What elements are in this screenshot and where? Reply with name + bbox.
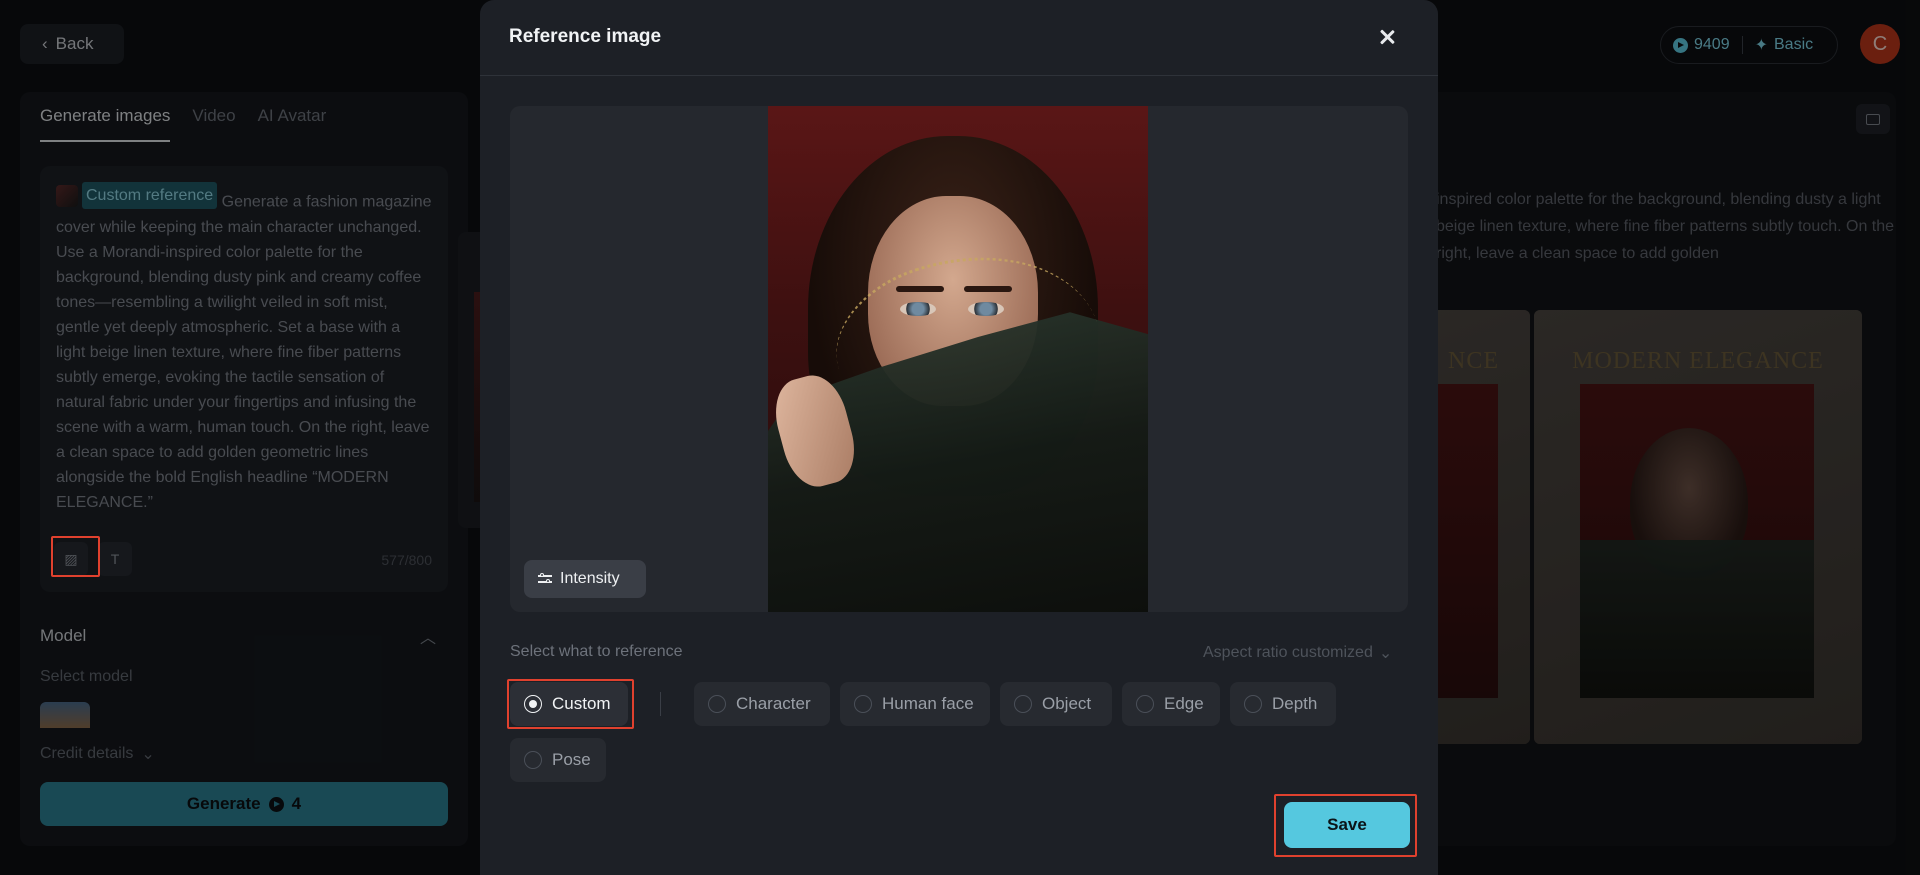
dialog-divider: [480, 75, 1438, 76]
radio-icon: [1014, 695, 1032, 713]
reference-photo: [768, 106, 1148, 612]
option-label: Object: [1042, 694, 1092, 713]
intensity-label: Intensity: [560, 570, 620, 587]
close-icon[interactable]: [1376, 26, 1398, 48]
option-label: Edge: [1164, 694, 1204, 713]
option-depth[interactable]: Depth: [1230, 682, 1336, 726]
radio-icon: [1244, 695, 1262, 713]
highlight-image-reference: [51, 536, 100, 577]
radio-icon: [708, 695, 726, 713]
aspect-ratio-dropdown[interactable]: Aspect ratio customized ⌄: [1203, 643, 1392, 663]
option-edge[interactable]: Edge: [1122, 682, 1220, 726]
option-character[interactable]: Character: [694, 682, 830, 726]
reference-preview: Intensity: [510, 106, 1408, 612]
sliders-icon: [538, 573, 552, 585]
option-human-face[interactable]: Human face: [840, 682, 990, 726]
option-label: Pose: [552, 750, 591, 769]
option-separator: [660, 692, 661, 716]
chevron-down-icon: ⌄: [1378, 645, 1393, 662]
reference-type-heading: Select what to reference: [510, 643, 683, 660]
option-object[interactable]: Object: [1000, 682, 1112, 726]
reference-image-dialog: Reference image Intensity Select what to…: [480, 0, 1438, 875]
option-label: Human face: [882, 694, 974, 713]
radio-icon: [524, 751, 542, 769]
dialog-title: Reference image: [509, 26, 662, 47]
intensity-button[interactable]: Intensity: [524, 560, 646, 598]
option-label: Character: [736, 694, 811, 713]
highlight-save-button: [1274, 794, 1417, 857]
highlight-custom-option: [507, 679, 634, 729]
radio-icon: [854, 695, 872, 713]
option-pose[interactable]: Pose: [510, 738, 606, 782]
radio-icon: [1136, 695, 1154, 713]
aspect-ratio-label: Aspect ratio customized: [1203, 644, 1373, 661]
option-label: Depth: [1272, 694, 1318, 713]
